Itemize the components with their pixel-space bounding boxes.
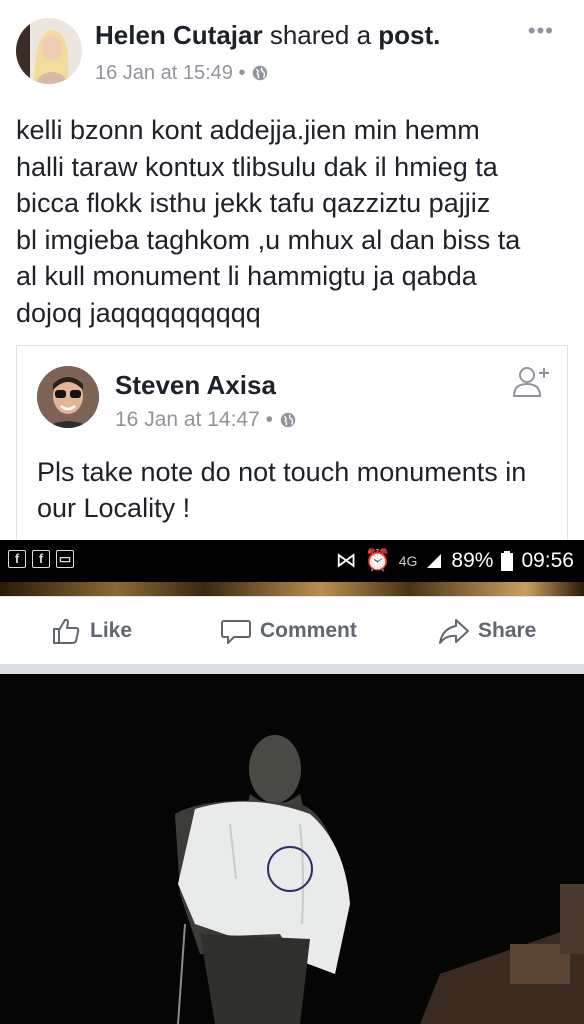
post-object-link[interactable]: post. — [378, 20, 440, 50]
post-text-line: kelli bzonn kont addejja.jien min hemm — [16, 115, 480, 145]
status-bar: f f ▭ ⋈ ⏰ 4G 89% 09:56 — [0, 540, 584, 582]
shared-post-card[interactable]: Steven Axisa 16 Jan at 14:47 • Pls take … — [16, 345, 568, 556]
like-button[interactable]: Like — [50, 615, 132, 647]
post-action-bar: Like Comment Share — [0, 596, 584, 665]
clock: 09:56 — [521, 548, 574, 572]
thumbs-up-icon — [53, 618, 80, 644]
gallery-notification-icon: ▭ — [56, 550, 74, 568]
notification-icons: f f ▭ — [8, 550, 74, 568]
shared-author-name[interactable]: Steven Axisa — [115, 370, 276, 401]
battery-icon — [501, 550, 514, 571]
comment-label: Comment — [260, 619, 357, 642]
post-text-line: bl imgieba taghkom ,u mhux al dan biss t… — [16, 224, 521, 255]
post-text-line: bicca flokk isthu jekk tafu qazziztu paj… — [16, 188, 491, 218]
post-author-line: Helen Cutajar shared a post. — [95, 20, 440, 51]
post-text-line: al kull monument li hammigtu ja qabda — [16, 261, 477, 291]
post-action-text: shared a — [269, 20, 372, 50]
share-arrow-icon — [439, 619, 469, 644]
meta-separator: • — [265, 408, 273, 431]
battery-percent: 89% — [451, 548, 494, 572]
shared-post-timestamp[interactable]: 16 Jan at 14:47 — [115, 408, 260, 431]
post-text-line: dojoq jaqqqqqqqqqq — [16, 297, 261, 328]
post-text-line: halli taraw kontux tlibsulu dak il hmieg… — [16, 151, 498, 182]
shared-post-meta: 16 Jan at 14:47 • — [115, 408, 297, 432]
photo-strip — [0, 582, 584, 596]
comment-bubble-icon — [221, 620, 251, 644]
signal-icon — [427, 553, 442, 568]
add-friend-icon[interactable] — [511, 362, 553, 404]
meta-separator: • — [238, 62, 246, 84]
post-timestamp[interactable]: 16 Jan at 15:49 — [95, 62, 233, 84]
nfc-icon: ⋈ — [335, 549, 357, 572]
shared-author-avatar[interactable] — [37, 366, 99, 428]
like-label: Like — [90, 619, 133, 642]
share-button[interactable]: Share — [438, 615, 536, 647]
author-avatar[interactable] — [16, 18, 82, 84]
network-type: 4G — [398, 552, 418, 569]
comment-button[interactable]: Comment — [220, 615, 357, 647]
facebook-notification-icon: f — [32, 550, 50, 568]
public-globe-icon — [252, 65, 268, 81]
status-indicators: ⋈ ⏰ 4G 89% 09:56 — [336, 548, 574, 573]
shared-post-text: Pls take note do not touch monuments in … — [37, 457, 527, 523]
alarm-icon: ⏰ — [364, 548, 391, 572]
post-header: Helen Cutajar shared a post. 16 Jan at 1… — [0, 0, 584, 100]
section-divider — [0, 664, 584, 674]
statue-image — [0, 674, 584, 1024]
share-label: Share — [478, 619, 537, 642]
public-globe-icon — [280, 412, 296, 428]
facebook-notification-icon: f — [8, 550, 26, 568]
more-options-icon[interactable]: ••• — [528, 18, 554, 44]
post-meta: 16 Jan at 15:49 • — [95, 62, 269, 85]
post-text: kelli bzonn kont addejja.jien min hemm h… — [16, 112, 572, 331]
statue-photo[interactable] — [0, 674, 584, 1024]
post-author-name[interactable]: Helen Cutajar — [95, 20, 263, 50]
